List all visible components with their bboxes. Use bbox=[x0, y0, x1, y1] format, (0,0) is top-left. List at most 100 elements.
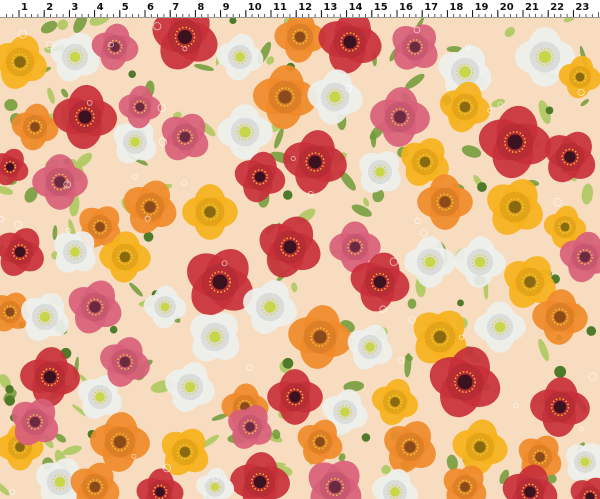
poppy-center bbox=[30, 122, 40, 132]
poppy-center bbox=[535, 452, 545, 462]
poppy-bud bbox=[5, 384, 14, 394]
ruler-number: 2 bbox=[46, 2, 53, 13]
poppy-center bbox=[95, 392, 105, 402]
poppy-center bbox=[289, 391, 301, 403]
ruler-number: 5 bbox=[122, 2, 129, 13]
poppy-center bbox=[95, 222, 105, 232]
ruler-number: 12 bbox=[298, 2, 312, 13]
poppy-center bbox=[409, 41, 421, 53]
poppy-center bbox=[211, 483, 219, 491]
poppy-center bbox=[179, 131, 191, 143]
poppy-center bbox=[494, 321, 506, 333]
poppy-center bbox=[264, 301, 276, 313]
poppy-center bbox=[404, 441, 416, 453]
poppy-bud bbox=[229, 17, 237, 25]
poppy-center bbox=[524, 486, 536, 498]
poppy-center bbox=[245, 422, 255, 432]
poppy-center bbox=[89, 481, 101, 493]
poppy-center bbox=[209, 331, 221, 343]
poppy-center bbox=[507, 134, 523, 150]
poppy-bud bbox=[361, 433, 371, 442]
ruler-number: 19 bbox=[475, 2, 489, 13]
ruler-number: 8 bbox=[197, 2, 204, 13]
poppy-print-pattern bbox=[0, 17, 600, 499]
poppy-bud bbox=[477, 182, 487, 192]
poppy-center bbox=[560, 222, 570, 232]
poppy-center bbox=[433, 330, 447, 344]
ruler-number: 14 bbox=[349, 2, 363, 13]
poppy-center bbox=[254, 171, 266, 183]
poppy-center bbox=[235, 52, 245, 62]
ruler-number: 3 bbox=[71, 2, 78, 13]
poppy-center bbox=[253, 475, 267, 489]
poppy-bud bbox=[282, 357, 294, 369]
poppy-center bbox=[508, 200, 522, 214]
ruler-scale: 1 2 3 4 5 6 7 8 9 10 11 12 13 14 15 16 17 18 19 20 21 22 23 bbox=[6, 2, 599, 17]
poppy-bud bbox=[457, 299, 464, 307]
poppy-center bbox=[89, 301, 101, 313]
poppy-center bbox=[119, 356, 131, 368]
ruler-number: 9 bbox=[223, 2, 230, 13]
poppy-center bbox=[457, 374, 473, 390]
poppy-center bbox=[294, 31, 306, 43]
poppy-center bbox=[328, 480, 342, 494]
poppy-center bbox=[184, 381, 196, 393]
poppy-center bbox=[575, 72, 585, 82]
poppy-center bbox=[212, 274, 228, 290]
measuring-ruler: 1 2 3 4 5 6 7 8 9 10 11 12 13 14 15 16 17 18 19 20 21 22 23 bbox=[0, 0, 600, 18]
poppy-center bbox=[155, 487, 165, 497]
poppy-center bbox=[14, 246, 26, 258]
poppy-bud bbox=[554, 365, 567, 378]
poppy-center bbox=[459, 101, 471, 113]
ruler-number: 18 bbox=[449, 2, 463, 13]
poppy-bud bbox=[545, 106, 554, 115]
poppy-center bbox=[390, 487, 400, 497]
poppy-center bbox=[14, 56, 26, 68]
poppy-center bbox=[315, 437, 325, 447]
poppy-center bbox=[278, 90, 292, 104]
poppy-center bbox=[365, 342, 375, 352]
poppy-center bbox=[43, 370, 57, 384]
poppy-center bbox=[459, 66, 471, 78]
ruler-number: 6 bbox=[147, 2, 154, 13]
poppy-center bbox=[375, 167, 385, 177]
poppy-bud bbox=[128, 70, 136, 78]
poppy-center bbox=[343, 35, 357, 49]
ruler-number: 21 bbox=[525, 2, 539, 13]
ruler-number: 7 bbox=[172, 2, 179, 13]
poppy-center bbox=[119, 251, 131, 263]
poppy-center bbox=[39, 311, 51, 323]
poppy-center bbox=[460, 482, 470, 492]
ruler-number: 17 bbox=[424, 2, 438, 13]
ruler-number: 11 bbox=[273, 2, 287, 13]
poppy-bud bbox=[586, 326, 597, 336]
ruler-number: 23 bbox=[575, 2, 589, 13]
poppy-center bbox=[474, 441, 486, 453]
ruler-number: 22 bbox=[550, 2, 564, 13]
poppy-center bbox=[524, 276, 536, 288]
ruler-number: 1 bbox=[21, 2, 28, 13]
poppy-center bbox=[474, 256, 486, 268]
poppy-center bbox=[308, 155, 322, 169]
fabric-swatch: 1 2 3 4 5 6 7 8 9 10 11 12 13 14 15 16 17 18 19 20 21 22 23 bbox=[0, 0, 600, 499]
poppy-center bbox=[135, 102, 145, 112]
poppy-center bbox=[130, 137, 140, 147]
ruler-number: 16 bbox=[399, 2, 413, 13]
poppy-center bbox=[564, 151, 576, 163]
poppy-center bbox=[6, 163, 14, 171]
poppy-center bbox=[78, 110, 92, 124]
ruler-number: 13 bbox=[323, 2, 337, 13]
ruler-number: 4 bbox=[97, 2, 104, 13]
poppy-center bbox=[393, 110, 407, 124]
poppy-center bbox=[113, 435, 127, 449]
poppy-center bbox=[390, 397, 400, 407]
poppy-center bbox=[554, 311, 566, 323]
poppy-center bbox=[419, 156, 431, 168]
poppy-center bbox=[579, 251, 591, 263]
poppy-center bbox=[29, 416, 41, 428]
poppy-center bbox=[283, 240, 297, 254]
poppy-center bbox=[5, 307, 15, 317]
poppy-center bbox=[580, 457, 590, 467]
poppy-center bbox=[553, 400, 567, 414]
poppy-center bbox=[70, 247, 80, 257]
